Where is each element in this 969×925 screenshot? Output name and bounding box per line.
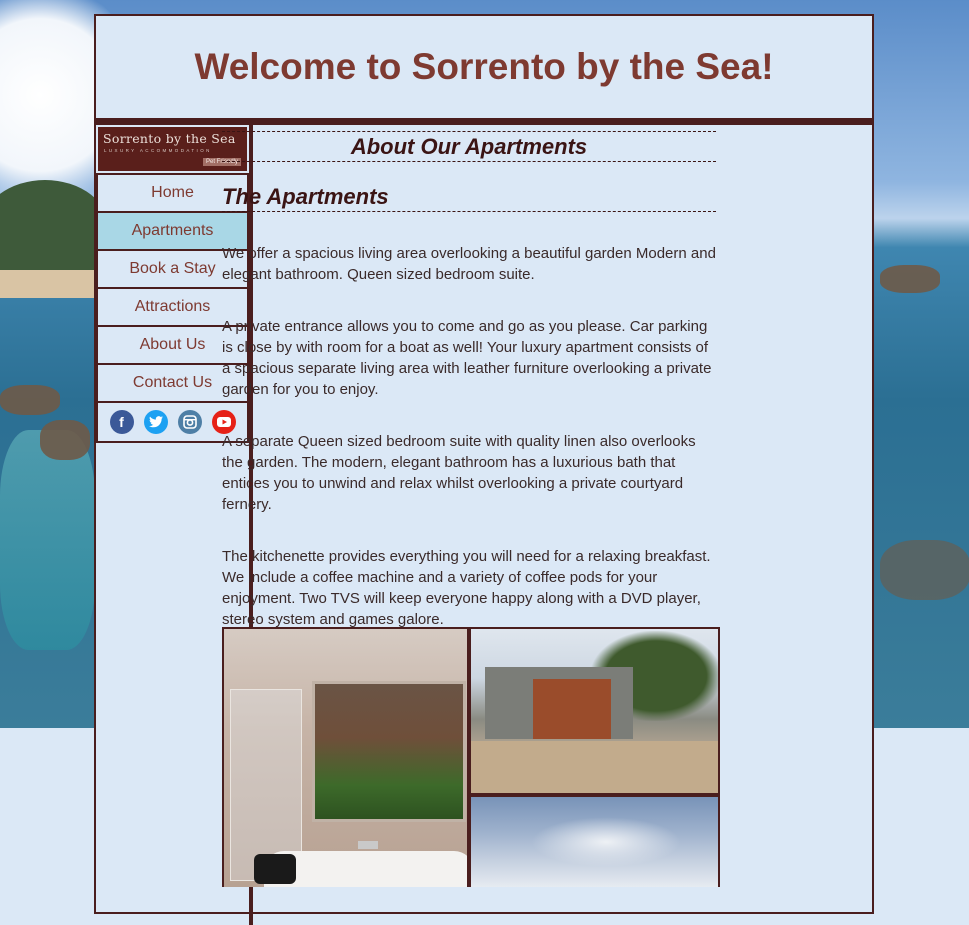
section-subheading: The Apartments [222,162,716,212]
instagram-icon[interactable] [177,410,202,434]
main-content: About Our Apartments The Apartments We o… [222,131,716,630]
section-heading: About Our Apartments [222,131,716,162]
twitter-icon[interactable] [143,410,168,434]
content-paragraph: A separate Queen sized bedroom suite wit… [222,433,696,513]
content-paragraph: The kitchenette provides everything you … [222,548,711,628]
content-paragraph: We offer a spacious living area overlook… [222,245,716,283]
header-divider [96,118,872,125]
sky-photo[interactable] [471,797,718,887]
logo-subtitle: LUXURY ACCOMMODATION [104,148,212,153]
bathroom-photo[interactable] [224,629,467,887]
page-title: Welcome to Sorrento by the Sea! [194,46,774,87]
apartment-exterior-photo[interactable] [471,629,718,793]
site-header: Welcome to Sorrento by the Sea! [96,16,872,118]
content-paragraph: A private entrance allows you to come an… [222,318,712,398]
logo-title: Sorrento by the Sea [103,131,236,146]
photo-gallery [222,627,720,887]
facebook-icon[interactable]: f [109,410,134,434]
